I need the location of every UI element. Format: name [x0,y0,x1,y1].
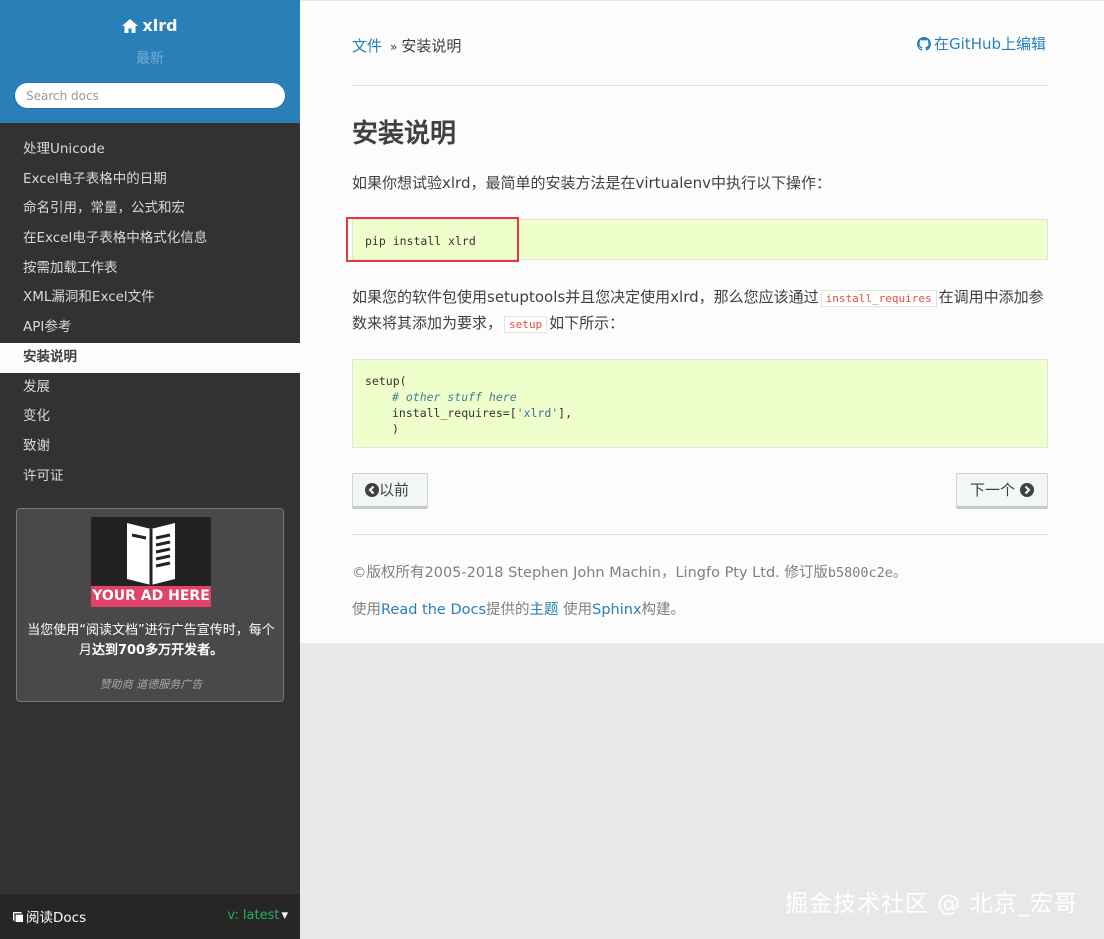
rtd-brand-label: 阅读Docs [26,910,87,926]
built-text-d: 构建。 [641,602,686,618]
main-content: 文件» 安装说明 在GitHub上编辑 安装说明 如果你想试验xlrd，最简单的安… [300,0,1104,643]
version-selector[interactable]: v: latest ▾ [227,908,288,923]
ad-text-bold: 达到700多万开发者。 [91,643,224,658]
breadcrumb-separator: » [390,40,398,54]
sidebar-header: xlrd 最新 [0,0,300,123]
sidebar-item-acknowledgements[interactable]: 致谢 [0,432,300,462]
setuptools-text-a: 如果您的软件包使用setuptools并且您决定使用xlrd，那么您应该通过 [352,288,819,306]
sidebar-nav: 处理Unicode Excel电子表格中的日期 命名引用，常量，公式和宏 在Ex… [0,135,300,491]
inline-code-setup: setup [504,316,548,333]
sphinx-link[interactable]: Sphinx [592,602,641,618]
built-text-a: 使用 [352,602,381,618]
theme-link[interactable]: 主题 [530,602,559,618]
intro-paragraph: 如果你想试验xlrd，最简单的安装方法是在virtualenv中执行以下操作： [352,174,832,192]
footer-divider [352,534,1048,535]
page-title: 安装说明 [352,119,457,149]
setuptools-text-c: 如下所示： [549,314,625,332]
code-token: ], [558,406,573,420]
next-button[interactable]: 下一个 [956,473,1048,509]
caret-down-icon: ▾ [281,908,288,923]
sidebar-item-changes[interactable]: 变化 [0,402,300,432]
setuptools-paragraph: 如果您的软件包使用setuptools并且您决定使用xlrd，那么您应该通过 in… [352,285,1048,337]
search-input[interactable] [14,82,286,109]
next-label: 下一个 [970,481,1016,499]
breadcrumb-current: 安装说明 [401,37,462,55]
previous-button[interactable]: 以前 [352,473,428,509]
sidebar-item-on-demand[interactable]: 按需加载工作表 [0,254,300,284]
github-icon [917,37,932,51]
sidebar-item-installation[interactable]: 安装说明 [0,342,300,373]
ad-image[interactable]: YOUR AD HERE [91,517,211,607]
rtd-versions-footer[interactable]: 阅读Docs v: latest ▾ [0,894,300,939]
book-icon [127,523,175,585]
version-value: latest [242,908,280,923]
watermark: 掘金技术社区 @ 北京_宏哥 [784,891,1078,917]
edit-on-github-label: 在GitHub上编辑 [934,35,1046,53]
sidebar: xlrd 最新 处理Unicode Excel电子表格中的日期 命名引用，常量，… [0,0,300,939]
project-home-link[interactable]: xlrd [0,16,300,35]
header-divider [352,85,1048,86]
built-text-c: 使用 [558,602,593,618]
ad-banner: YOUR AD HERE [91,586,211,607]
code-comment: # other stuff here [392,390,517,404]
code-line: setup( [365,374,407,388]
sidebar-item-xml-vulnerabilities[interactable]: XML漏洞和Excel文件 [0,283,300,313]
built-with-text: 使用Read the Docs提供的主题 使用Sphinx构建。 [352,598,685,619]
inline-code-install-requires: install_requires [820,290,937,307]
sponsor-ad[interactable]: YOUR AD HERE 当您使用“阅读文档”进行广告宣传时，每个月达到700多… [16,508,284,702]
code-block-setup[interactable]: setup( # other stuff here install_requir… [352,359,1048,448]
copyright-end: 。 [892,565,908,581]
breadcrumb: 文件 » 安装说明 [352,35,461,56]
rtd-brand: 阅读Docs [12,906,86,926]
code-token: install_requires=[ [392,406,517,420]
breadcrumb-home-link[interactable]: 文件 [352,37,382,55]
circle-arrow-left-icon [365,483,379,497]
revision-hash: b5800c2e [827,565,893,581]
code-line: # other stuff here [365,389,1035,405]
sidebar-item-unicode[interactable]: 处理Unicode [0,135,300,165]
circle-arrow-right-icon [1019,483,1034,497]
version-label: 最新 [136,51,164,67]
read-the-docs-link[interactable]: Read the Docs [381,602,486,618]
sidebar-item-development[interactable]: 发展 [0,373,300,403]
previous-label: 以前 [379,481,410,499]
ad-footer[interactable]: 赞助商 道德服务广告 [17,676,285,692]
edit-on-github-link[interactable]: 在GitHub上编辑 [917,33,1046,54]
code-line: ) [392,422,399,436]
home-icon [122,19,139,33]
sidebar-item-api-reference[interactable]: API参考 [0,313,300,343]
version-prefix: v: [227,908,239,923]
sidebar-item-named-references[interactable]: 命名引用，常量，公式和宏 [0,194,300,224]
sidebar-item-license[interactable]: 许可证 [0,462,300,492]
ad-text[interactable]: 当您使用“阅读文档”进行广告宣传时，每个月达到700多万开发者。 [25,621,277,661]
highlight-annotation-box [346,217,519,262]
code-line: install_requires=['xlrd'], [365,405,1035,421]
copyright-label: ©版权所有2005-2018 Stephen John Machin，Lingf… [352,565,828,581]
sidebar-item-formatting[interactable]: 在Excel电子表格中格式化信息 [0,224,300,254]
copyright-text: ©版权所有2005-2018 Stephen John Machin，Lingf… [352,561,907,582]
project-name: xlrd [142,16,178,35]
book-icon [13,912,23,922]
sidebar-item-dates[interactable]: Excel电子表格中的日期 [0,165,300,195]
code-string: 'xlrd' [516,406,559,420]
built-text-b: 提供的 [486,602,530,618]
docs-page: xlrd 最新 处理Unicode Excel电子表格中的日期 命名引用，常量，… [0,0,1104,939]
